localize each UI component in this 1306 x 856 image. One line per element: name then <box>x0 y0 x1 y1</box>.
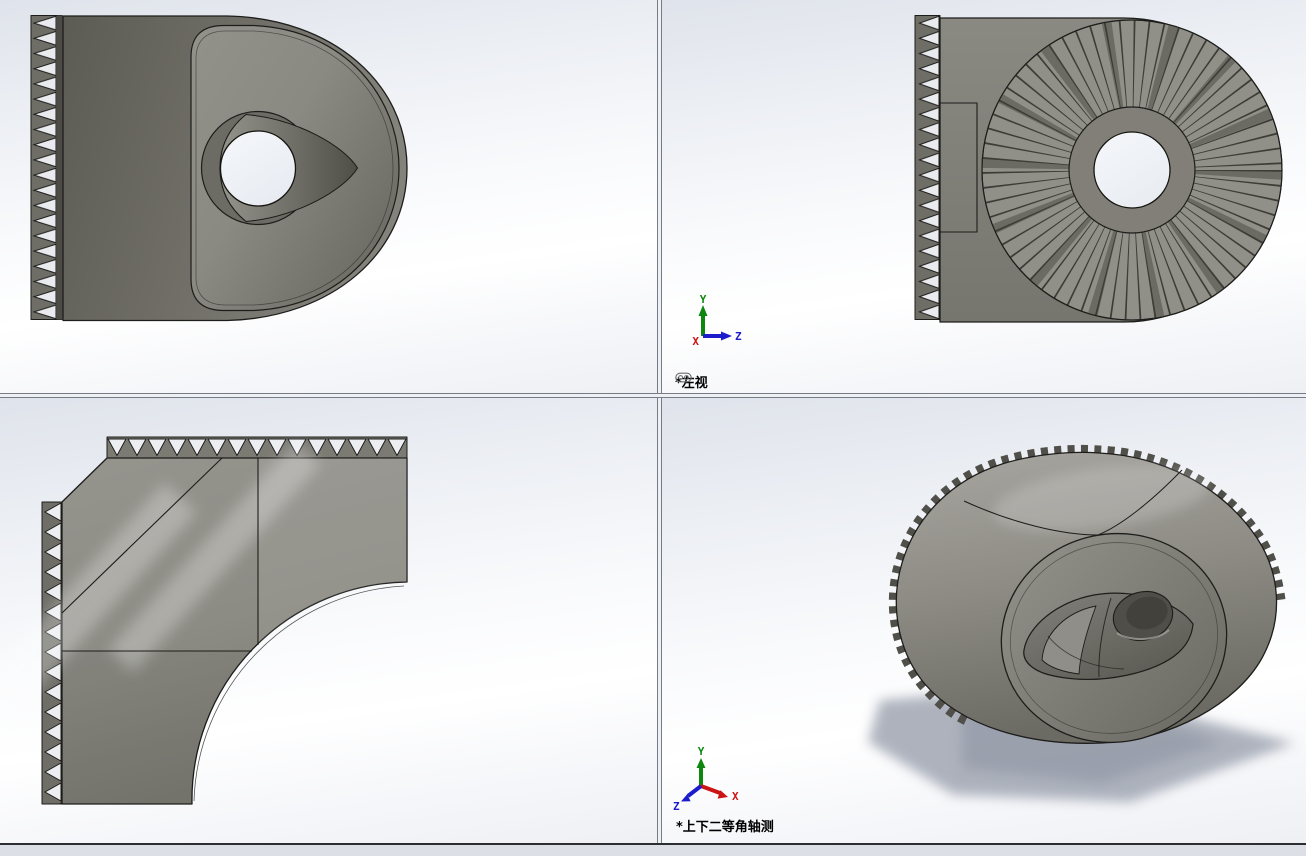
left-view-drawing: Y Z X <box>692 15 1283 348</box>
viewport-splitter-horizontal[interactable] <box>0 393 1306 398</box>
y-axis-label: Y <box>700 293 707 306</box>
through-hole[interactable] <box>1093 131 1171 209</box>
view-name: *上下二等角轴测 <box>676 820 774 835</box>
isometric-drawing: Y X Z <box>673 444 1295 813</box>
x-axis-label: X <box>732 790 739 803</box>
viewport-front-view[interactable] <box>0 0 657 393</box>
statusbar <box>0 845 1306 856</box>
part-top-view[interactable] <box>0 436 408 805</box>
axis-triad: Y Z X <box>692 293 742 348</box>
front-view-drawing <box>30 15 408 322</box>
viewport-top-view[interactable] <box>0 398 657 843</box>
linked-view-icon <box>675 372 692 383</box>
y-axis-arrow <box>696 758 706 768</box>
z-axis-label: Z <box>735 330 742 343</box>
x-axis-label: X <box>692 335 699 348</box>
solidworks-four-viewport-canvas: Y Z X *左视 Y X Z *上下二等角轴测 <box>0 0 1306 856</box>
z-axis-arrow <box>721 331 732 341</box>
y-axis-arrow <box>698 305 708 316</box>
y-axis-label: Y <box>698 745 705 758</box>
top-view-drawing <box>0 436 408 805</box>
knurl-teeth-left <box>31 15 57 320</box>
face-tint-lower <box>62 651 252 804</box>
viewport-isometric-view[interactable]: Y X Z *上下二等角轴测 <box>662 398 1306 843</box>
through-hole[interactable] <box>219 130 297 207</box>
viewport-splitter-vertical[interactable] <box>657 0 662 843</box>
knurl-band <box>57 15 63 320</box>
axis-triad: Y X Z <box>673 745 739 813</box>
part-front-view[interactable] <box>30 15 408 322</box>
view-label-row: *上下二等角轴测 <box>676 816 774 835</box>
knurl-teeth-down <box>107 437 407 458</box>
view-label-row: *左视 <box>675 372 708 391</box>
z-axis-label: Z <box>673 800 680 813</box>
viewport-left-view[interactable]: Y Z X *左视 <box>662 0 1306 393</box>
knurl-teeth-left <box>917 15 940 320</box>
part-left-view[interactable] <box>914 15 1283 323</box>
